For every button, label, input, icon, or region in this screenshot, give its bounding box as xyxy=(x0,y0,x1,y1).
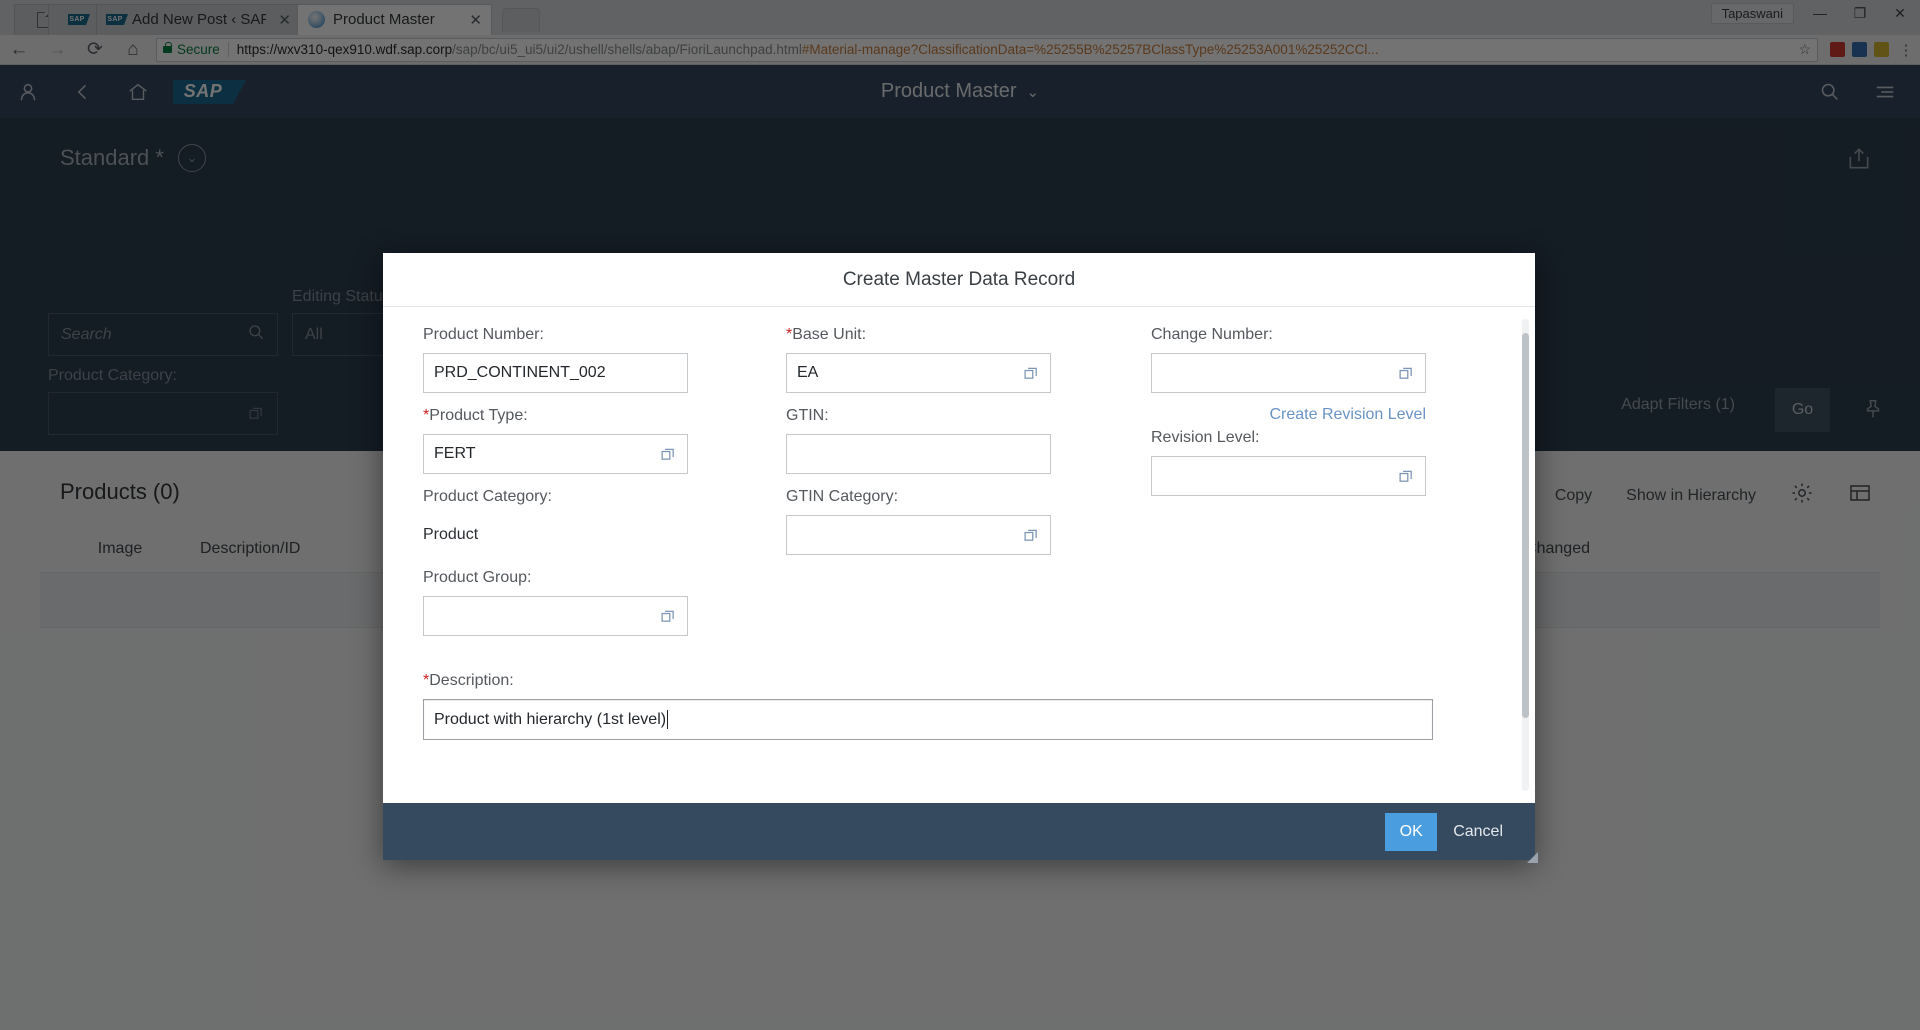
label-product-number: Product Number: xyxy=(423,326,544,343)
dialog-header: Create Master Data Record xyxy=(383,253,1535,307)
value-description: Product with hierarchy (1st level) xyxy=(434,710,667,728)
label-base-unit-text: Base Unit: xyxy=(792,326,867,343)
input-change-number[interactable] xyxy=(1151,353,1426,393)
input-product-group[interactable] xyxy=(423,596,688,636)
create-master-data-record-dialog: Create Master Data Record Product Number… xyxy=(383,253,1538,863)
value-base-unit: EA xyxy=(797,364,819,381)
dialog-form-area: Product Number: PRD_CONTINENT_002 *Produ… xyxy=(383,307,1535,803)
screen-root: SAP SAP Add New Post ‹ SAP Blog ✕ Produc… xyxy=(0,0,1920,1030)
ok-button[interactable]: OK xyxy=(1385,812,1438,851)
value-help-icon[interactable] xyxy=(1023,365,1040,382)
field-product-number: Product Number: PRD_CONTINENT_002 xyxy=(423,325,786,393)
value-help-icon[interactable] xyxy=(660,446,677,463)
input-product-type[interactable]: FERT xyxy=(423,434,688,474)
input-gtin[interactable] xyxy=(786,434,1051,474)
dialog-title: Create Master Data Record xyxy=(842,268,1076,290)
field-product-category: Product Category: Product xyxy=(423,487,786,555)
value-product-category: Product xyxy=(423,526,479,543)
field-gtin: GTIN: xyxy=(786,406,1151,474)
input-revision-level[interactable] xyxy=(1151,456,1426,496)
input-gtin-category[interactable] xyxy=(786,515,1051,555)
value-help-icon[interactable] xyxy=(1023,527,1040,544)
value-product-type: FERT xyxy=(434,445,476,462)
label-product-group: Product Group: xyxy=(423,569,532,586)
value-help-icon[interactable] xyxy=(1398,365,1415,382)
dialog-column-right: Change Number: Create Revision Level Rev… xyxy=(1151,325,1481,649)
dialog-column-middle: *Base Unit: EA GTIN: GTIN Category: xyxy=(786,325,1151,649)
value-help-icon[interactable] xyxy=(660,608,677,625)
label-revision-level: Revision Level: xyxy=(1151,429,1260,446)
input-description[interactable]: Product with hierarchy (1st level) xyxy=(423,699,1433,740)
label-description: *Description: xyxy=(423,671,1495,691)
field-change-number: Change Number: xyxy=(1151,325,1481,393)
label-product-category: Product Category: xyxy=(423,488,552,505)
field-description: *Description: Product with hierarchy (1s… xyxy=(423,671,1495,740)
field-revision-level: Revision Level: xyxy=(1151,428,1481,496)
dialog-column-left: Product Number: PRD_CONTINENT_002 *Produ… xyxy=(423,325,786,649)
dialog-footer: OK Cancel xyxy=(383,803,1535,860)
field-product-group: Product Group: xyxy=(423,568,786,636)
label-product-type: *Product Type: xyxy=(423,406,786,426)
input-product-number[interactable]: PRD_CONTINENT_002 xyxy=(423,353,688,393)
dialog-form-columns: Product Number: PRD_CONTINENT_002 *Produ… xyxy=(423,325,1495,649)
input-base-unit[interactable]: EA xyxy=(786,353,1051,393)
label-product-type-text: Product Type: xyxy=(429,407,528,424)
create-revision-level-link[interactable]: Create Revision Level xyxy=(1151,406,1426,424)
dialog-body: Product Number: PRD_CONTINENT_002 *Produ… xyxy=(383,307,1535,803)
label-base-unit: *Base Unit: xyxy=(786,325,1151,345)
field-product-type: *Product Type: FERT xyxy=(423,406,786,474)
field-base-unit: *Base Unit: EA xyxy=(786,325,1151,393)
dialog-resize-grip[interactable] xyxy=(1527,852,1538,863)
label-gtin: GTIN: xyxy=(786,407,829,424)
value-help-icon[interactable] xyxy=(1398,468,1415,485)
label-description-text: Description: xyxy=(429,672,514,689)
cancel-button[interactable]: Cancel xyxy=(1441,813,1515,851)
value-product-number: PRD_CONTINENT_002 xyxy=(434,364,606,381)
label-change-number: Change Number: xyxy=(1151,326,1273,343)
label-gtin-category: GTIN Category: xyxy=(786,488,899,505)
text-caret xyxy=(667,710,669,729)
field-gtin-category: GTIN Category: xyxy=(786,487,1151,555)
